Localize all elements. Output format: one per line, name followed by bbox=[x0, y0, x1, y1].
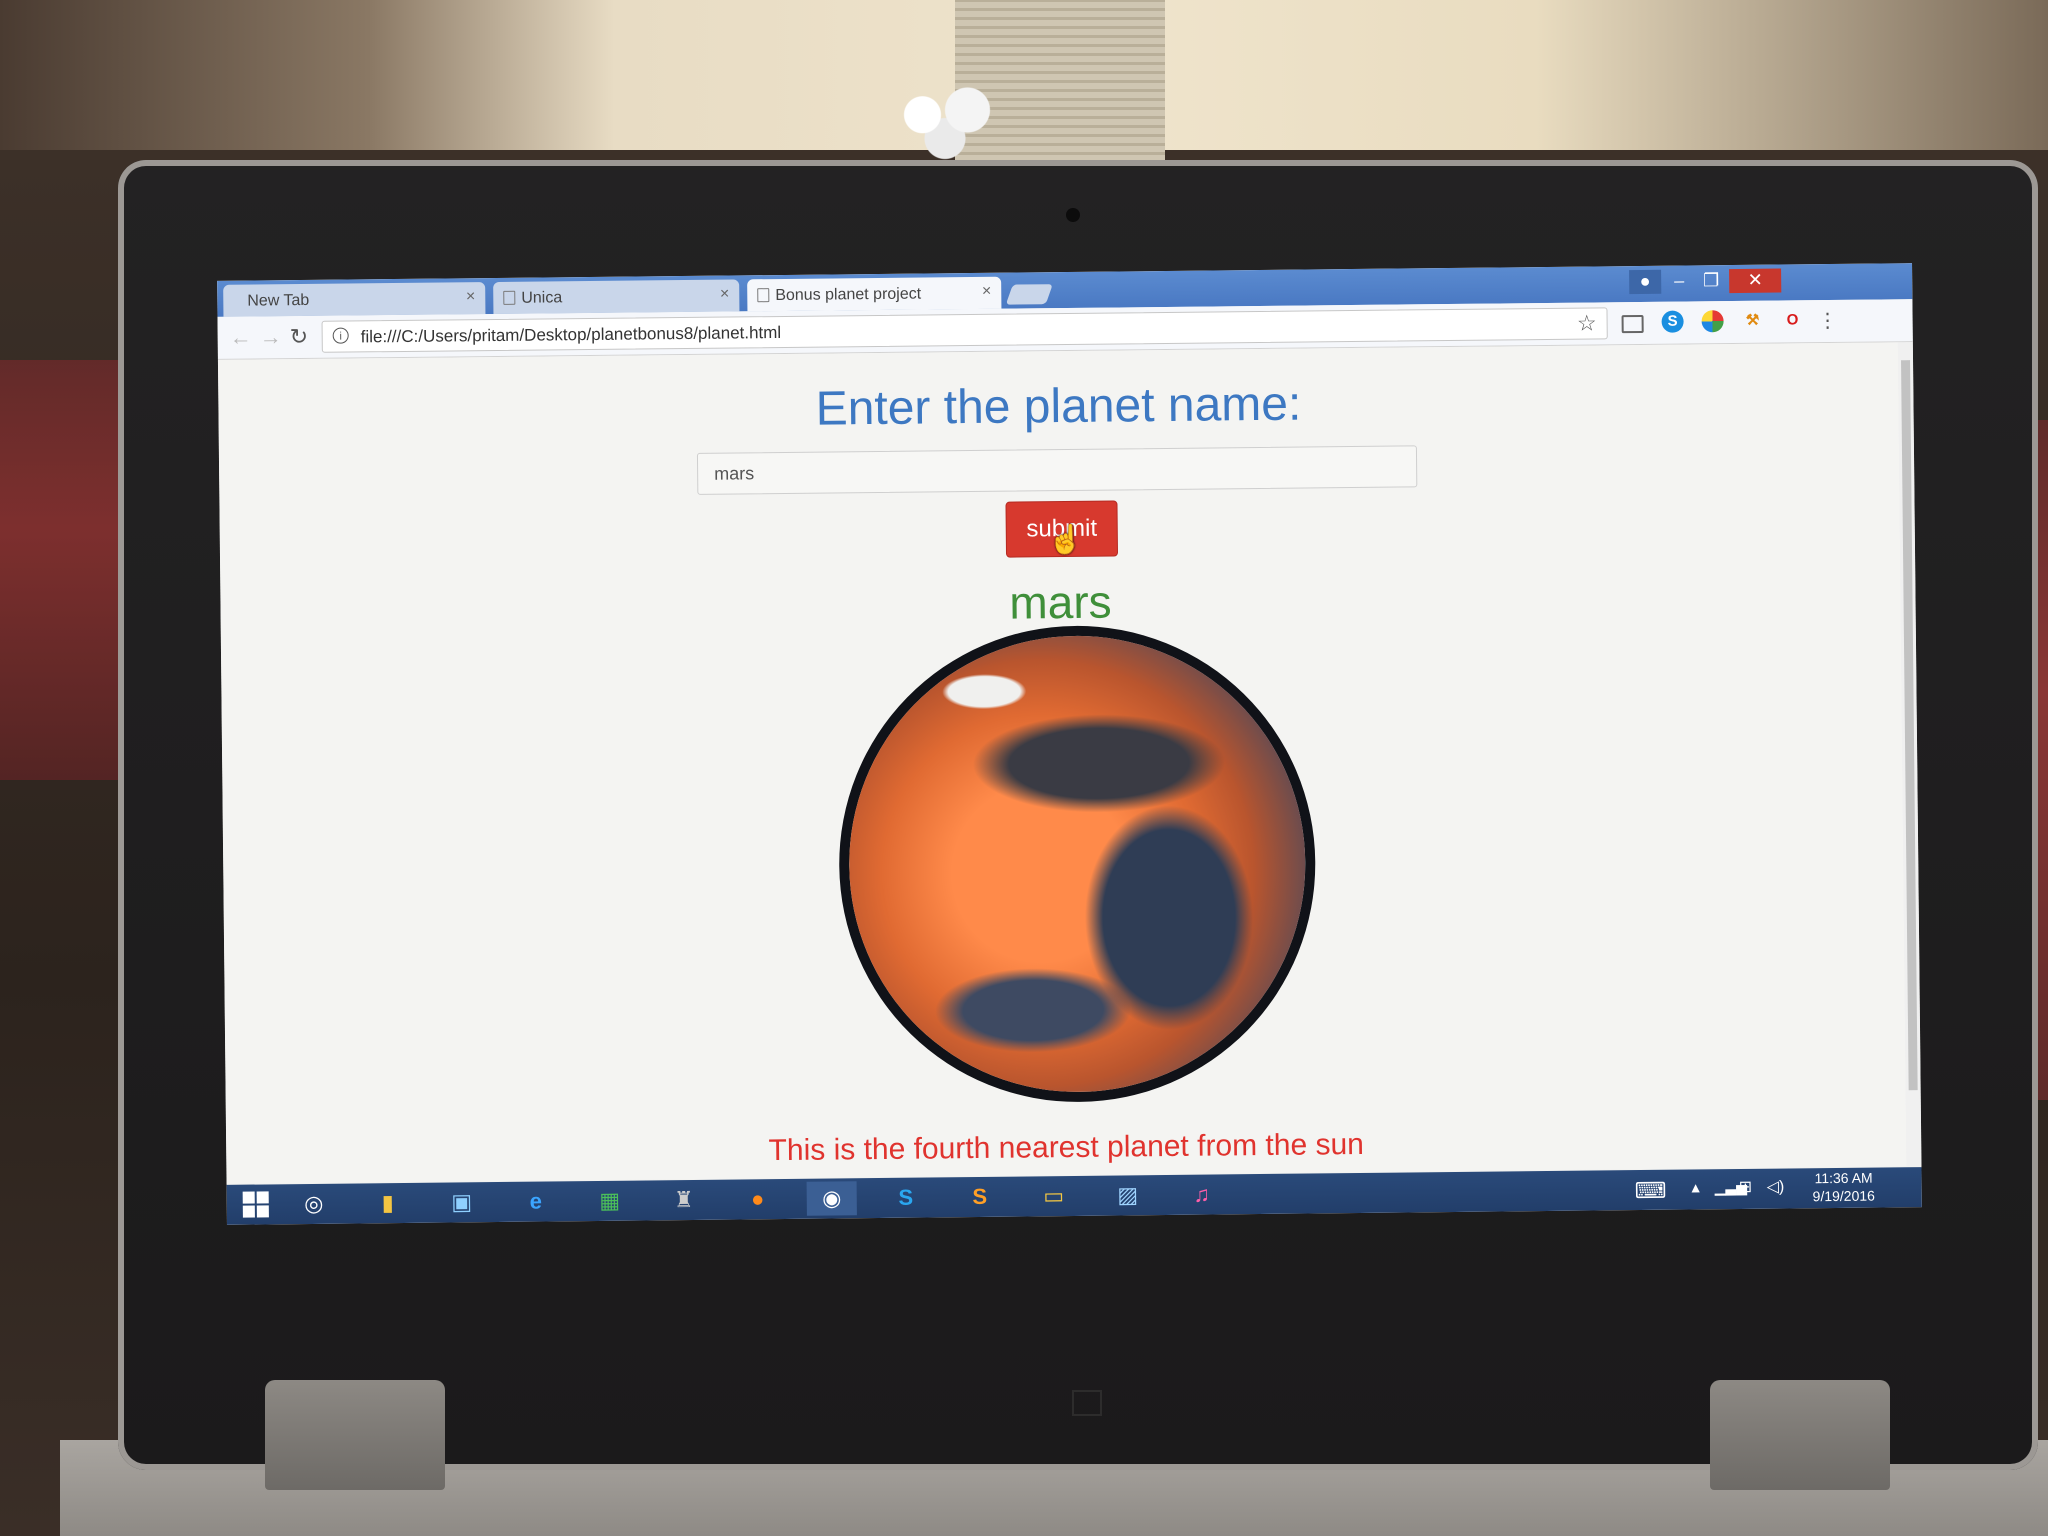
close-icon[interactable]: ✕ bbox=[1729, 268, 1782, 294]
windows-logo-icon bbox=[242, 1191, 269, 1218]
maximize-icon[interactable]: ❐ bbox=[1695, 269, 1727, 293]
itunes-icon[interactable]: ♫ bbox=[1177, 1177, 1227, 1212]
page-icon bbox=[503, 290, 516, 305]
castle-app-icon[interactable]: ♜ bbox=[659, 1183, 709, 1218]
keyboard-icon[interactable]: ⌨ bbox=[1635, 1178, 1667, 1204]
tab-label: Bonus planet project bbox=[775, 285, 922, 305]
page-heading: Enter the planet name: bbox=[815, 377, 1302, 436]
tab-bonus-planet-project[interactable]: Bonus planet project × bbox=[747, 276, 1002, 312]
color-extension-icon[interactable] bbox=[1701, 310, 1724, 333]
tab-close-icon[interactable]: × bbox=[982, 283, 992, 301]
cast-icon[interactable] bbox=[1621, 314, 1644, 334]
laptop-hinge-left bbox=[265, 1380, 445, 1490]
tray-expand-icon[interactable]: ▲ bbox=[1689, 1179, 1703, 1195]
internet-explorer-icon[interactable]: e bbox=[511, 1184, 561, 1219]
opera-extension-icon[interactable]: O bbox=[1781, 309, 1803, 331]
file-explorer-icon[interactable]: ▭ bbox=[1029, 1179, 1079, 1214]
address-bar[interactable]: i file:///C:/Users/pritam/Desktop/planet… bbox=[321, 307, 1608, 353]
start-button[interactable] bbox=[231, 1187, 281, 1222]
laptop-screen: New Tab × Unica × Bonus planet project ×… bbox=[217, 263, 1922, 1225]
clock-time[interactable]: 11:36 AM bbox=[1799, 1169, 1889, 1187]
chrome-icon[interactable]: ◉ bbox=[806, 1181, 857, 1216]
tab-label: Unica bbox=[521, 289, 563, 307]
room-cloth-left bbox=[0, 360, 130, 780]
new-tab-button[interactable] bbox=[1005, 284, 1053, 305]
tab-label: New Tab bbox=[247, 291, 310, 310]
hammer-extension-icon[interactable]: ⚒ bbox=[1741, 310, 1763, 332]
info-icon[interactable]: i bbox=[332, 327, 349, 344]
tab-unica[interactable]: Unica × bbox=[493, 279, 740, 315]
store-icon[interactable]: ▦ bbox=[585, 1184, 635, 1219]
browser-menu-icon[interactable]: ⋮ bbox=[1817, 308, 1837, 333]
back-arrow-icon[interactable]: ← bbox=[230, 325, 252, 351]
remote-desktop-icon[interactable]: ▣ bbox=[437, 1185, 487, 1220]
volume-icon[interactable]: ◁) bbox=[1767, 1177, 1785, 1197]
cortana-icon[interactable]: ◎ bbox=[289, 1187, 339, 1222]
planet-name-input[interactable] bbox=[696, 445, 1418, 495]
firefox-icon[interactable]: ● bbox=[733, 1182, 783, 1217]
forward-arrow-icon[interactable]: → bbox=[260, 324, 282, 350]
file-folder-icon[interactable]: ▮ bbox=[363, 1186, 413, 1221]
url-text: file:///C:/Users/pritam/Desktop/planetbo… bbox=[360, 322, 782, 347]
network-icon[interactable]: ⊞ bbox=[1739, 1177, 1753, 1197]
flowers bbox=[870, 72, 1020, 167]
tab-close-icon[interactable]: × bbox=[720, 286, 730, 304]
planet-name-result: mars bbox=[1009, 575, 1112, 629]
page-content: Enter the planet name: submit ☝ mars Thi… bbox=[217, 342, 1907, 1184]
photos-icon[interactable]: ▨ bbox=[1103, 1178, 1153, 1213]
windows-logo-icon bbox=[1072, 1390, 1102, 1416]
tab-new-tab[interactable]: New Tab × bbox=[223, 282, 486, 317]
hand-cursor-icon: ☝ bbox=[1047, 523, 1083, 556]
page-icon bbox=[757, 288, 770, 303]
bookmark-star-icon[interactable]: ☆ bbox=[1577, 310, 1597, 336]
minimize-icon[interactable]: – bbox=[1663, 269, 1695, 293]
planet-description: This is the fourth nearest planet from t… bbox=[768, 1127, 1365, 1168]
skype-icon[interactable]: S bbox=[881, 1180, 931, 1215]
laptop-hinge-right bbox=[1710, 1380, 1890, 1490]
user-icon[interactable]: ● bbox=[1629, 269, 1662, 295]
sublime-text-icon[interactable]: S bbox=[955, 1180, 1005, 1215]
tab-close-icon[interactable]: × bbox=[466, 288, 476, 306]
clock-date[interactable]: 9/19/2016 bbox=[1799, 1187, 1889, 1205]
mars-planet-image bbox=[846, 633, 1308, 1095]
webcam bbox=[1066, 208, 1080, 222]
skype-extension-icon[interactable]: S bbox=[1661, 310, 1684, 333]
reload-icon[interactable]: ↻ bbox=[290, 324, 309, 350]
